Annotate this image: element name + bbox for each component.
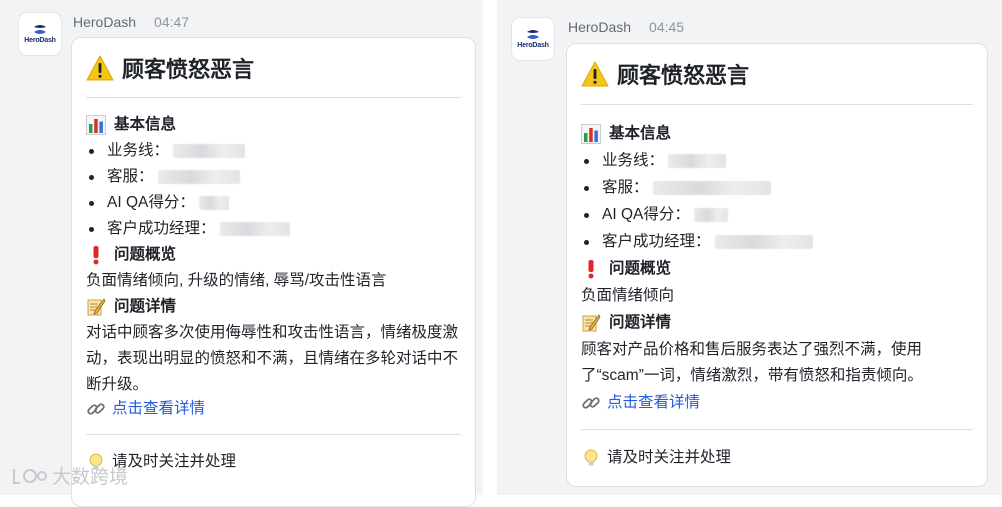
field-label: 业务线：	[107, 142, 170, 159]
field-label: 客户成功经理：	[602, 233, 711, 250]
exclamation-icon	[588, 260, 594, 279]
message-time: 04:45	[649, 19, 685, 35]
details-text: 顾客对产品价格和售后服务表达了强烈不满，使用 了“scam”一词，情绪激烈，带有…	[581, 337, 923, 389]
details-heading-text: 问题详情	[114, 298, 177, 315]
message-meta: HeroDash 04:45	[568, 19, 684, 35]
watermark-text: 大数跨境	[52, 467, 129, 488]
details-line: 断升级。	[86, 376, 149, 393]
details-line: 动，表现出明显的愤怒和不满，且情绪在多轮对话中不	[86, 350, 459, 367]
basic-info-heading-text: 基本信息	[114, 116, 177, 133]
sender-name[interactable]: HeroDash	[73, 14, 136, 30]
avatar-brand-text: HeroDash	[24, 37, 56, 44]
redacted-value	[693, 208, 728, 222]
overview-heading: 问题概览	[86, 242, 176, 268]
watermark: 大数跨境	[10, 462, 128, 489]
alert-card: 顾客愤怒恶言 基本信息 业务线： 客服： AI QA得分： 客户成功经理： 问题…	[566, 43, 988, 487]
footer-note: 请及时关注并处理	[581, 445, 731, 471]
footer-note-text: 请及时关注并处理	[112, 453, 237, 470]
memo-icon	[582, 314, 601, 332]
field-label: AI QA得分：	[602, 206, 690, 223]
field-label: 客户成功经理：	[107, 220, 216, 237]
title-divider	[581, 104, 973, 105]
field-agent: 客服：	[581, 175, 771, 201]
redacted-value	[157, 170, 240, 184]
card-title-text: 顾客愤怒恶言	[617, 63, 750, 88]
redacted-value	[714, 235, 813, 249]
card-title-text: 顾客愤怒恶言	[122, 57, 255, 82]
footer-divider	[86, 434, 461, 435]
overview-heading: 问题概览	[581, 256, 671, 282]
overview-text: 负面情绪倾向	[581, 287, 675, 304]
message-panel-right: HeroDash HeroDash 04:45 顾客愤怒恶言 基本信息 业务线：	[497, 0, 1002, 495]
footer-divider	[581, 429, 973, 430]
basic-info-heading-text: 基本信息	[609, 125, 672, 142]
bar-chart-icon	[581, 124, 601, 144]
avatar-brand-text: HeroDash	[517, 42, 549, 49]
field-ai-qa-score: AI QA得分：	[86, 190, 229, 216]
details-heading: 问题详情	[86, 294, 176, 320]
basic-info-heading: 基本信息	[581, 121, 671, 147]
field-label: AI QA得分：	[107, 194, 195, 211]
field-agent: 客服：	[86, 164, 240, 190]
message-time: 04:47	[154, 14, 190, 30]
title-divider	[86, 97, 461, 98]
redacted-value	[173, 144, 246, 158]
memo-icon	[87, 298, 106, 316]
link-icon	[582, 397, 600, 409]
details-heading: 问题详情	[581, 310, 671, 336]
herodash-avatar[interactable]: HeroDash	[512, 18, 554, 60]
exclamation-icon	[93, 246, 99, 265]
view-details-link-text[interactable]: 点击查看详情	[607, 390, 700, 416]
redacted-value	[219, 222, 290, 236]
field-label: 客服：	[602, 179, 649, 196]
warning-icon	[581, 61, 609, 87]
view-details-link[interactable]: 点击查看详情	[581, 390, 700, 416]
link-icon	[87, 403, 105, 415]
details-text: 对话中顾客多次使用侮辱性和攻击性语言，情绪极度激 动，表现出明显的愤怒和不满，且…	[86, 320, 458, 398]
overview-text: 负面情绪倾向, 升级的情绪, 辱骂/攻击性语言	[86, 272, 387, 289]
field-label: 客服：	[107, 168, 154, 185]
herodash-logo-icon	[34, 25, 46, 34]
redacted-value	[668, 154, 727, 168]
card-title: 顾客愤怒恶言	[581, 58, 749, 90]
view-details-link-text[interactable]: 点击查看详情	[112, 396, 205, 422]
alert-card: 顾客愤怒恶言 基本信息 业务线： 客服： AI QA得分： 客户成功经理： 问题…	[71, 37, 476, 507]
card-title: 顾客愤怒恶言	[86, 52, 254, 84]
field-business-line: 业务线：	[581, 148, 727, 174]
basic-info-heading: 基本信息	[86, 112, 176, 138]
details-heading-text: 问题详情	[609, 314, 672, 331]
redacted-value	[198, 196, 229, 210]
message-panel-left: HeroDash HeroDash 04:47 顾客愤怒恶言 基本信息 业务线：	[0, 0, 483, 507]
watermark-logo-icon	[13, 468, 47, 484]
field-business-line: 业务线：	[86, 138, 246, 164]
field-label: 业务线：	[602, 152, 665, 169]
redacted-value	[652, 181, 771, 195]
field-csm: 客户成功经理：	[86, 216, 290, 242]
herodash-logo-icon	[527, 30, 539, 39]
details-line: 了“scam”一词，情绪激烈，带有愤怒和指责倾向。	[581, 367, 923, 384]
details-line: 顾客对产品价格和售后服务表达了强烈不满，使用	[581, 341, 923, 358]
field-csm: 客户成功经理：	[581, 229, 813, 255]
lightbulb-icon	[584, 449, 598, 466]
sender-name[interactable]: HeroDash	[568, 19, 631, 35]
warning-icon	[86, 55, 114, 81]
details-line: 对话中顾客多次使用侮辱性和攻击性语言，情绪极度激	[86, 324, 459, 341]
herodash-avatar[interactable]: HeroDash	[19, 13, 61, 55]
overview-heading-text: 问题概览	[114, 246, 177, 263]
view-details-link[interactable]: 点击查看详情	[86, 396, 205, 422]
footer-note-text: 请及时关注并处理	[607, 449, 732, 466]
bar-chart-icon	[86, 115, 106, 135]
field-ai-qa-score: AI QA得分：	[581, 202, 728, 228]
message-meta: HeroDash 04:47	[73, 14, 189, 30]
overview-heading-text: 问题概览	[609, 260, 672, 277]
